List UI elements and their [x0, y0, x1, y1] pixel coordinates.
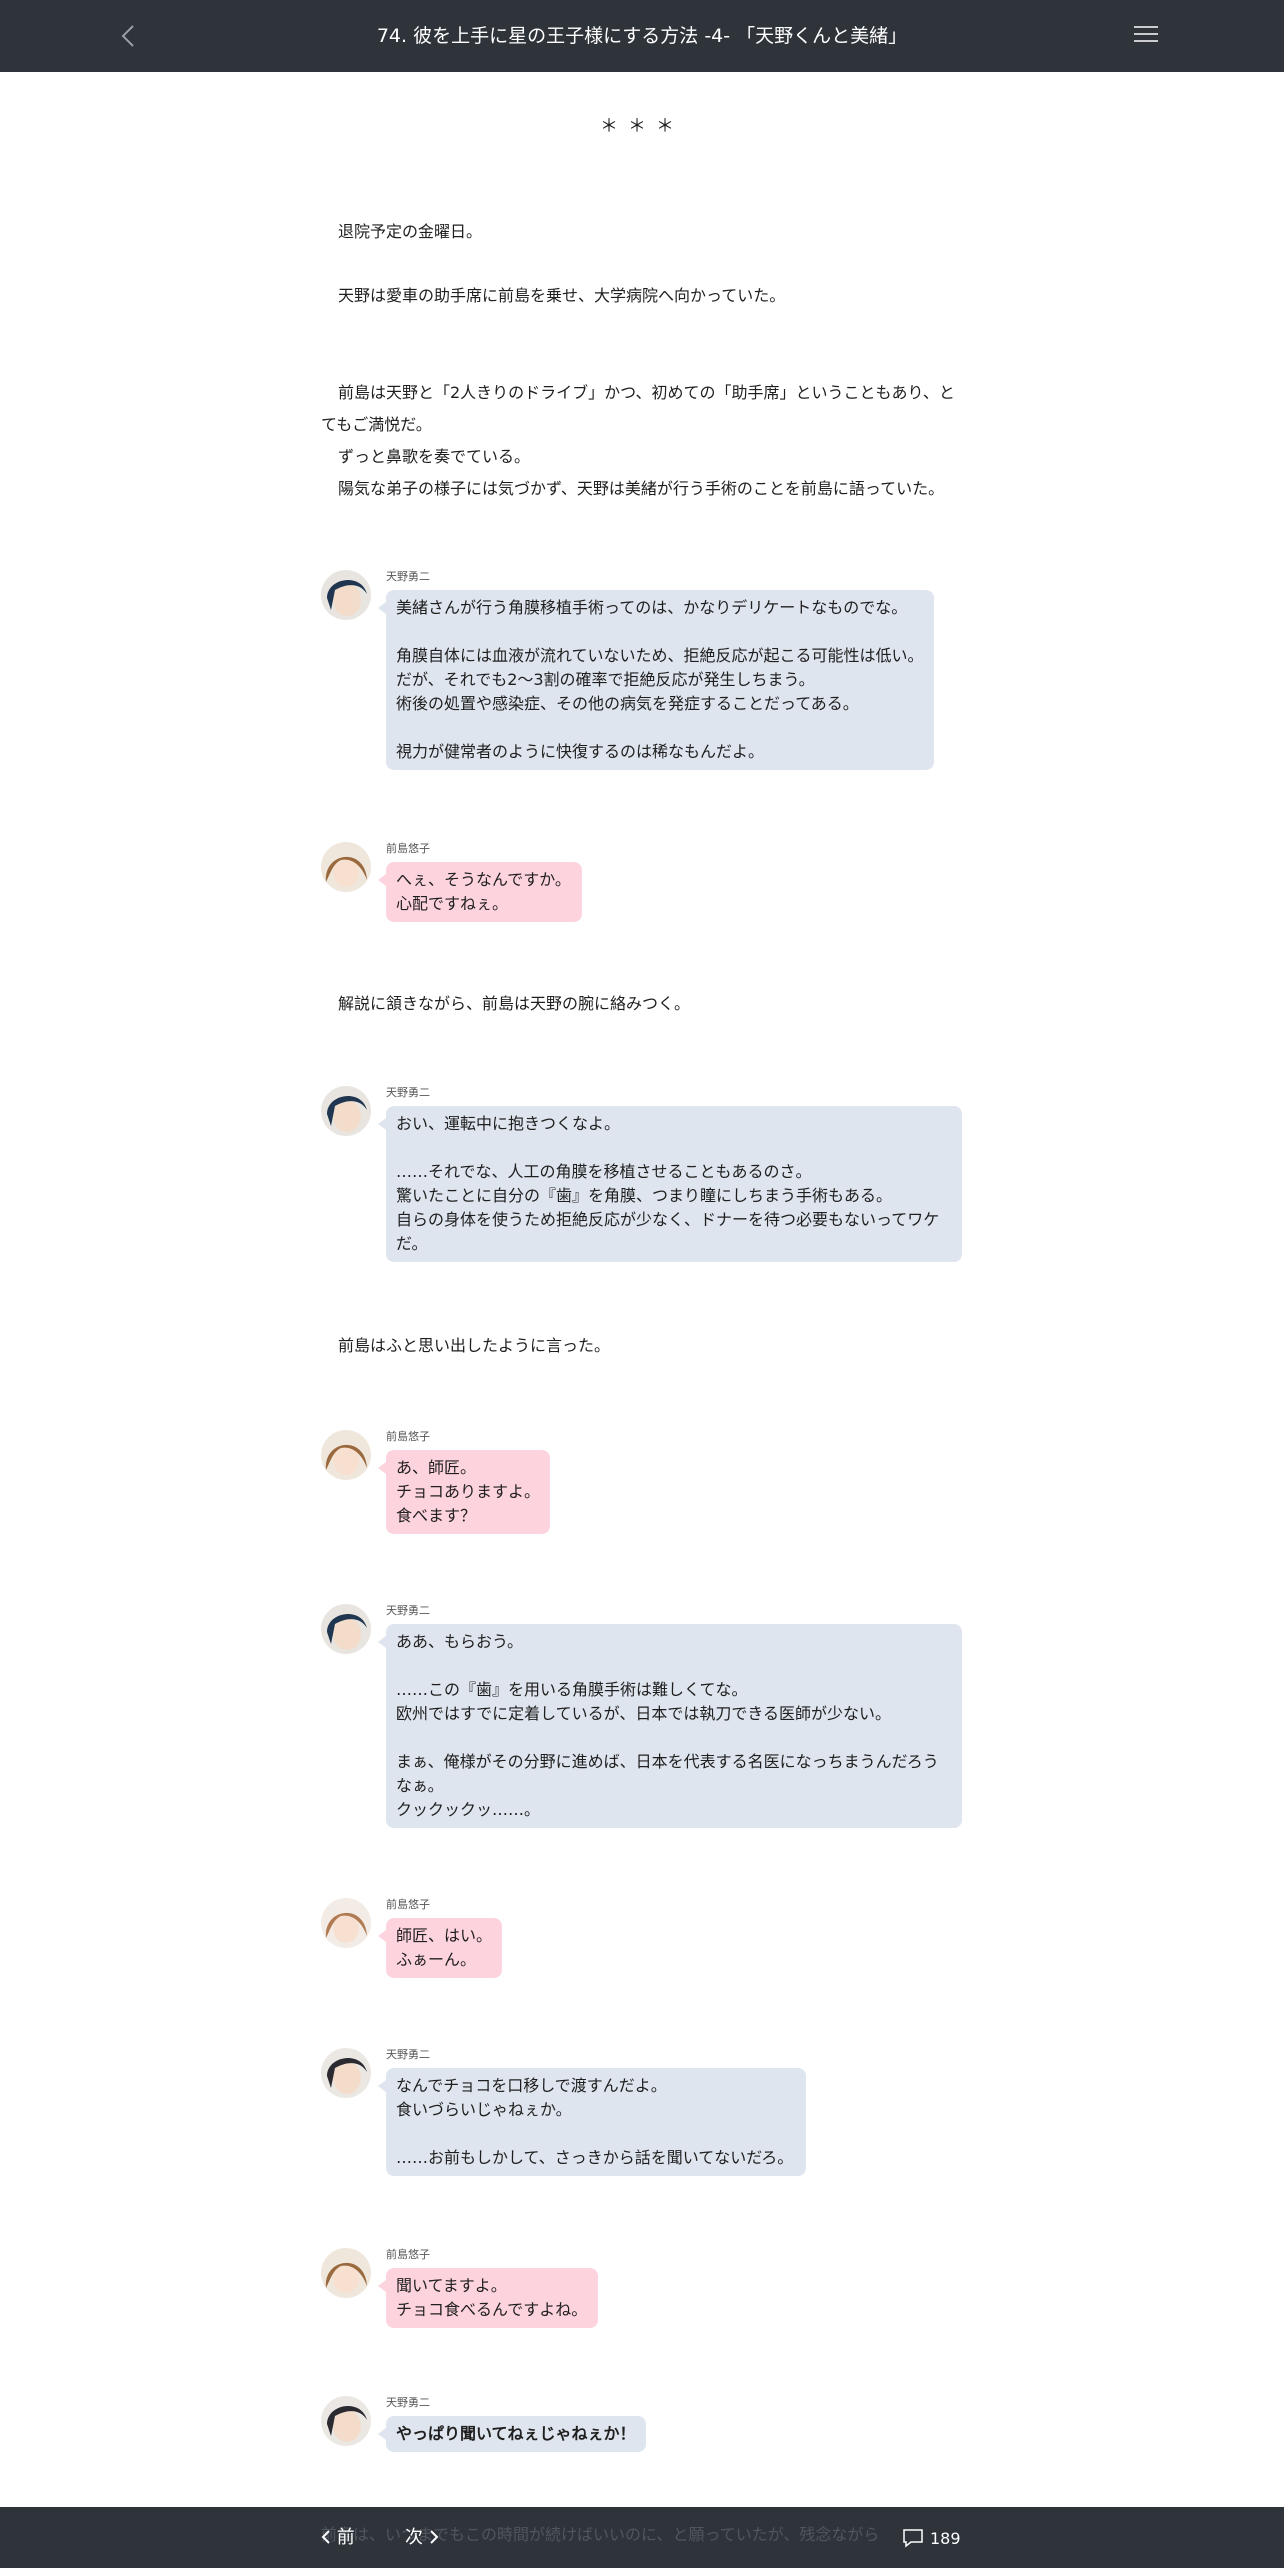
- next-button[interactable]: 次: [405, 2525, 439, 2551]
- hamburger-menu-icon: [1134, 26, 1158, 42]
- header-bar: 74. 彼を上手に星の王子様にする方法 -4- 「天野くんと美緒」: [0, 0, 1284, 72]
- speaker-name: 天野勇二: [386, 2396, 430, 2409]
- speech-bubble: なんでチョコを口移しで渡すんだよ。 食いづらいじゃねぇか。 ……お前もしかして、…: [378, 2068, 806, 2176]
- bubble-line: クックックッ……。: [396, 1800, 541, 1819]
- bubble-line: 師匠、はい。: [396, 1926, 493, 1945]
- next-label: 次: [405, 2527, 423, 2548]
- prev-button[interactable]: 前: [321, 2525, 355, 2551]
- bubble-line: ふぁーん。: [396, 1950, 477, 1969]
- bubble-line: 食べます？: [396, 1506, 477, 1525]
- narration-line: 前島は天野と「2人きりのドライブ」かつ、初めての「助手席」ということもあり、と: [338, 383, 955, 402]
- bubble-line: だ。: [396, 1234, 428, 1253]
- narration-line: 陽気な弟子の様子には気づかず、天野は美緒が行う手術のことを前島に語っていた。: [338, 479, 945, 498]
- avatar-amano: [321, 1604, 371, 1654]
- bubble-line: だが、それでも2～3割の確率で拒絶反応が発生しちまう。: [396, 670, 815, 689]
- bubble-line: ……この『歯』を用いる角膜手術は難しくてな。: [396, 1680, 748, 1699]
- speaker-name: 前島悠子: [386, 1898, 430, 1911]
- section-separator: ＊＊＊: [600, 116, 684, 137]
- speech-bubble: あ、師匠。 チョコありますよ。 食べます？: [378, 1450, 550, 1534]
- chevron-left-icon: [321, 2530, 330, 2544]
- speech-bubble: へぇ、そうなんですか。 心配ですねぇ。: [378, 862, 582, 922]
- bubble-line: おい、運転中に抱きつくなよ。: [396, 1114, 621, 1133]
- bubble-line: 心配ですねぇ。: [396, 894, 509, 913]
- narration-paragraph: 前島はふと思い出したように言った。: [321, 1330, 961, 1362]
- narration-line: 解説に頷きながら、前島は天野の腕に絡みつく。: [338, 994, 691, 1013]
- avatar-amano: [321, 1086, 371, 1136]
- bubble-line: やっぱり聞いてねぇじゃねぇか！: [396, 2424, 636, 2443]
- bubble-line: 欧州ではすでに定着しているが、日本では執刀できる医師が少ない。: [396, 1704, 892, 1723]
- narration-paragraph: 前島は天野と「2人きりのドライブ」かつ、初めての「助手席」ということもあり、と …: [321, 377, 961, 505]
- speaker-name: 天野勇二: [386, 570, 430, 583]
- speaker-name: 前島悠子: [386, 1430, 430, 1443]
- chevron-left-icon: [121, 25, 134, 47]
- chevron-right-icon: [430, 2530, 439, 2544]
- bubble-line: 美緒さんが行う角膜移植手術ってのは、かなりデリケートなものでな。: [396, 598, 908, 617]
- speaker-name: 天野勇二: [386, 1604, 430, 1617]
- narration-line: 退院予定の金曜日。: [338, 222, 483, 241]
- bubble-line: なんでチョコを口移しで渡すんだよ。: [396, 2076, 667, 2095]
- bubble-line: ……それでな、人工の角膜を移植させることもあるのさ。: [396, 1162, 812, 1181]
- bubble-line: ああ、もらおう。: [396, 1632, 524, 1651]
- speech-bubble: 美緒さんが行う角膜移植手術ってのは、かなりデリケートなものでな。 角膜自体には血…: [378, 590, 934, 770]
- narration-line: てもご満悦だ。: [321, 415, 432, 434]
- avatar-maeshima: [321, 2248, 371, 2298]
- bubble-line: へぇ、そうなんですか。: [396, 870, 571, 889]
- back-button[interactable]: [112, 18, 144, 54]
- avatar-maeshima: [321, 1898, 371, 1948]
- narration-line: 前島はふと思い出したように言った。: [338, 1336, 611, 1355]
- comments-button[interactable]: 189: [902, 2525, 961, 2551]
- bubble-line: 角膜自体には血液が流れていないため、拒絶反応が起こる可能性は低い。: [396, 646, 924, 665]
- speech-bubble: 師匠、はい。 ふぁーん。: [378, 1918, 502, 1978]
- speaker-name: 天野勇二: [386, 1086, 430, 1099]
- bubble-line: まぁ、俺様がその分野に進めば、日本を代表する名医になっちまうんだろう: [396, 1752, 939, 1771]
- bubble-line: チョコ食べるんですよね。: [396, 2300, 588, 2319]
- narration-line: ずっと鼻歌を奏でている。: [338, 447, 531, 466]
- bubble-line: なぁ。: [396, 1776, 444, 1795]
- narration-paragraph: 天野は愛車の助手席に前島を乗せ、大学病院へ向かっていた。: [321, 280, 961, 312]
- bubble-line: 自らの身体を使うため拒絶反応が少なく、ドナーを待つ必要もないってワケ: [396, 1210, 940, 1229]
- bubble-line: 聞いてますよ。: [396, 2276, 507, 2295]
- bubble-line: 術後の処置や感染症、その他の病気を発症することだってある。: [396, 694, 859, 713]
- narration-line: 天野は愛車の助手席に前島を乗せ、大学病院へ向かっていた。: [338, 286, 786, 305]
- avatar-maeshima: [321, 1430, 371, 1480]
- prev-label: 前: [336, 2527, 355, 2548]
- page-title: 74. 彼を上手に星の王子様にする方法 -4- 「天野くんと美緒」: [376, 25, 908, 47]
- menu-button[interactable]: [1132, 22, 1164, 50]
- speech-bubble: ああ、もらおう。 ……この『歯』を用いる角膜手術は難しくてな。 欧州ではすでに定…: [378, 1624, 962, 1828]
- avatar-maeshima: [321, 842, 371, 892]
- narration-paragraph: 退院予定の金曜日。: [321, 216, 961, 248]
- speech-bubble: 聞いてますよ。 チョコ食べるんですよね。: [378, 2268, 598, 2328]
- bubble-line: 食いづらいじゃねぇか。: [396, 2100, 572, 2119]
- speaker-name: 前島悠子: [386, 2248, 430, 2261]
- bubble-line: 驚いたことに自分の『歯』を角膜、つまり瞳にしちまう手術もある。: [396, 1186, 893, 1205]
- bubble-line: チョコありますよ。: [396, 1482, 541, 1501]
- avatar-amano: [321, 2396, 371, 2446]
- comment-bubble-icon: [903, 2529, 923, 2548]
- speaker-name: 前島悠子: [386, 842, 430, 855]
- bubble-line: 視力が健常者のように快復するのは稀なもんだよ。: [396, 742, 765, 761]
- comment-count: 189: [930, 2528, 961, 2548]
- speaker-name: 天野勇二: [386, 2048, 430, 2061]
- avatar-amano: [321, 2048, 371, 2098]
- bubble-line: ……お前もしかして、さっきから話を聞いてないだろ。: [396, 2148, 794, 2167]
- bubble-line: あ、師匠。: [396, 1458, 477, 1477]
- narration-paragraph: 解説に頷きながら、前島は天野の腕に絡みつく。: [321, 988, 961, 1020]
- speech-bubble: やっぱり聞いてねぇじゃねぇか！: [378, 2416, 646, 2452]
- bottom-nav-bar: 前島は、いつまでもこの時間が続けばいいのに、と願っていたが、残念ながら 前 次 …: [0, 2507, 1284, 2568]
- avatar-amano: [321, 570, 371, 620]
- speech-bubble: おい、運転中に抱きつくなよ。 ……それでな、人工の角膜を移植させることもあるのさ…: [378, 1106, 962, 1262]
